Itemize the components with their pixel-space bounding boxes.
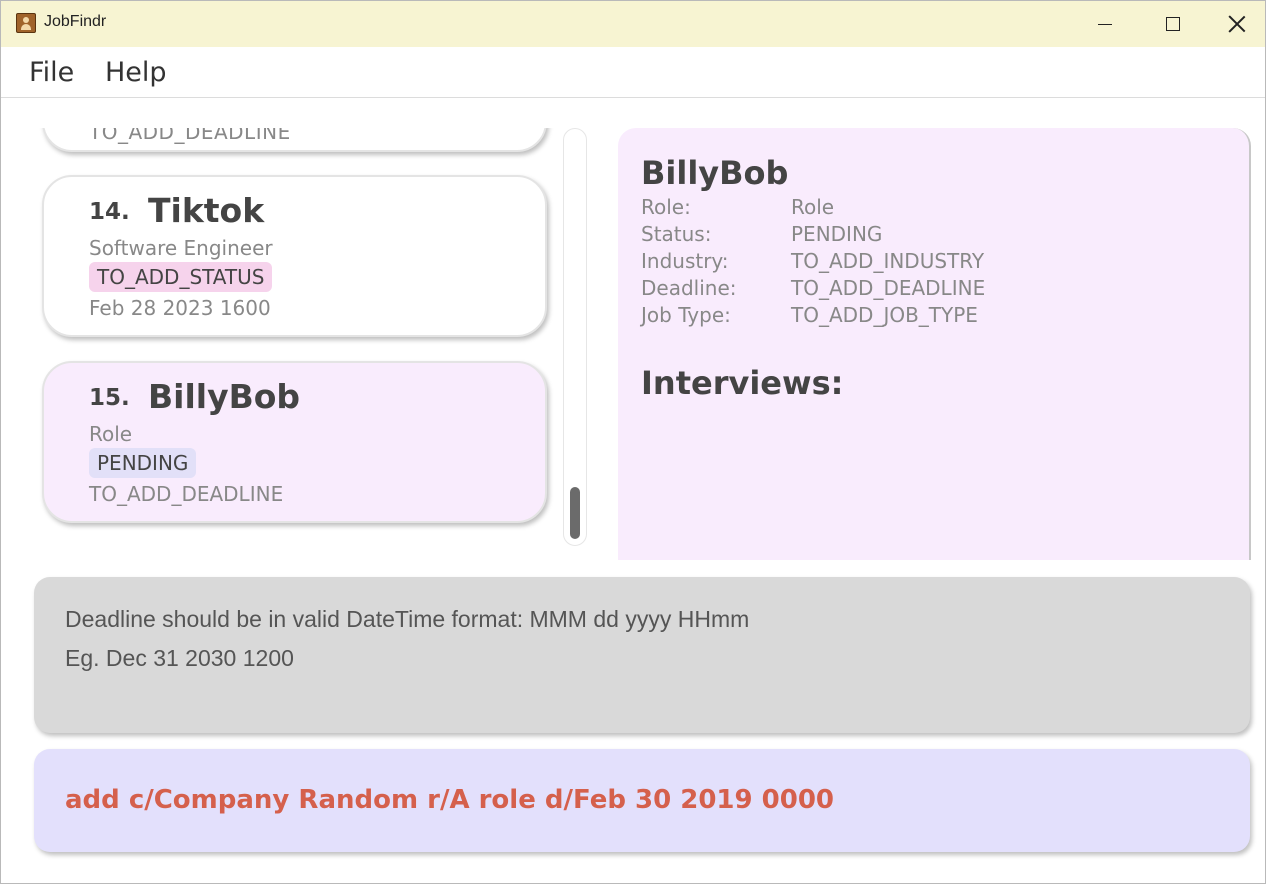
card-company-name: BillyBob (148, 377, 301, 416)
command-input[interactable]: add c/Company Random r/A role d/Feb 30 2… (34, 749, 1250, 852)
detail-row-deadline: Deadline: TO_ADD_DEADLINE (641, 276, 985, 300)
title-bar[interactable]: JobFindr (1, 1, 1265, 47)
card-company-name: Tiktok (148, 191, 265, 230)
job-detail-panel: BillyBob Role: Role Status: PENDING Indust… (618, 128, 1251, 560)
status-badge: TO_ADD_STATUS (89, 262, 273, 292)
detail-company-name: BillyBob (641, 154, 789, 192)
detail-row-job-type: Job Type: TO_ADD_JOB_TYPE (641, 303, 978, 327)
list-scrollbar[interactable] (563, 128, 587, 546)
detail-label: Status: (641, 222, 712, 246)
detail-row-industry: Industry: TO_ADD_INDUSTRY (641, 249, 984, 273)
card-deadline: TO_ADD_DEADLINE (89, 128, 291, 144)
menu-help[interactable]: Help (105, 57, 167, 88)
minimize-button[interactable] (1071, 1, 1139, 47)
close-button[interactable] (1207, 1, 1265, 47)
detail-label: Role: (641, 195, 691, 219)
detail-label: Deadline: (641, 276, 737, 300)
detail-value: TO_ADD_INDUSTRY (791, 249, 985, 273)
maximize-button[interactable] (1139, 1, 1207, 47)
detail-row-role: Role: Role (641, 195, 834, 219)
command-text[interactable]: add c/Company Random r/A role d/Feb 30 2… (65, 785, 834, 815)
detail-label: Industry: (641, 249, 729, 273)
card-deadline: Feb 28 2023 1600 (89, 296, 271, 320)
card-role: Role (89, 422, 133, 446)
result-line: Deadline should be in valid DateTime for… (65, 606, 750, 632)
card-index: 15. (89, 385, 130, 411)
detail-label: Job Type: (641, 303, 731, 327)
minimize-icon (1098, 23, 1112, 25)
window-title: JobFindr (44, 13, 107, 30)
card-deadline: TO_ADD_DEADLINE (89, 482, 284, 506)
card-index: 14. (89, 199, 130, 225)
status-badge: PENDING (89, 448, 197, 478)
card-role: Software Engineer (89, 236, 273, 260)
maximize-icon (1166, 17, 1180, 31)
interviews-heading: Interviews: (641, 364, 844, 402)
menu-file[interactable]: File (29, 57, 74, 88)
detail-value: PENDING (791, 222, 883, 246)
menu-bar: File Help (1, 47, 1265, 98)
result-line: Eg. Dec 31 2030 1200 (65, 645, 294, 671)
detail-row-status: Status: PENDING (641, 222, 882, 246)
result-display[interactable]: Deadline should be in valid DateTime for… (34, 577, 1250, 733)
list-item[interactable]: 15. BillyBob Role PENDING TO_ADD_DEADLIN… (42, 361, 547, 523)
app-window: JobFindr File Help TO_ADD_DEADLINE 14. T… (0, 0, 1266, 884)
detail-value: Role (791, 195, 835, 219)
list-item[interactable]: TO_ADD_DEADLINE (42, 128, 547, 152)
detail-value: TO_ADD_DEADLINE (791, 276, 986, 300)
detail-value: TO_ADD_JOB_TYPE (791, 303, 978, 327)
job-list-panel[interactable]: TO_ADD_DEADLINE 14. Tiktok Software Engi… (5, 128, 593, 548)
scrollbar-thumb[interactable] (570, 487, 580, 539)
list-item[interactable]: 14. Tiktok Software Engineer TO_ADD_STAT… (42, 175, 547, 337)
close-icon (1228, 15, 1246, 33)
contact-book-icon (16, 13, 36, 33)
